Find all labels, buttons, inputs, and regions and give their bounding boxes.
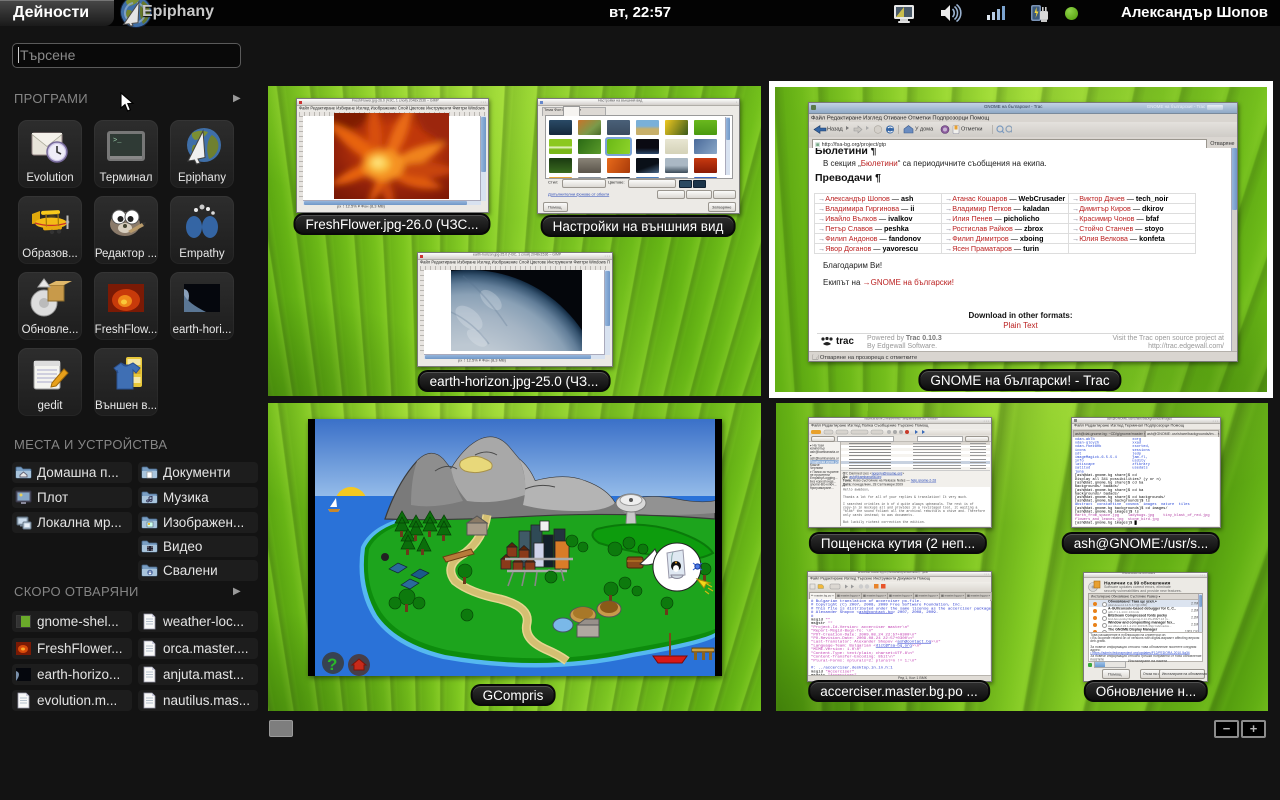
- svg-text:?: ?: [327, 655, 337, 674]
- svg-text:>_: >_: [113, 137, 122, 145]
